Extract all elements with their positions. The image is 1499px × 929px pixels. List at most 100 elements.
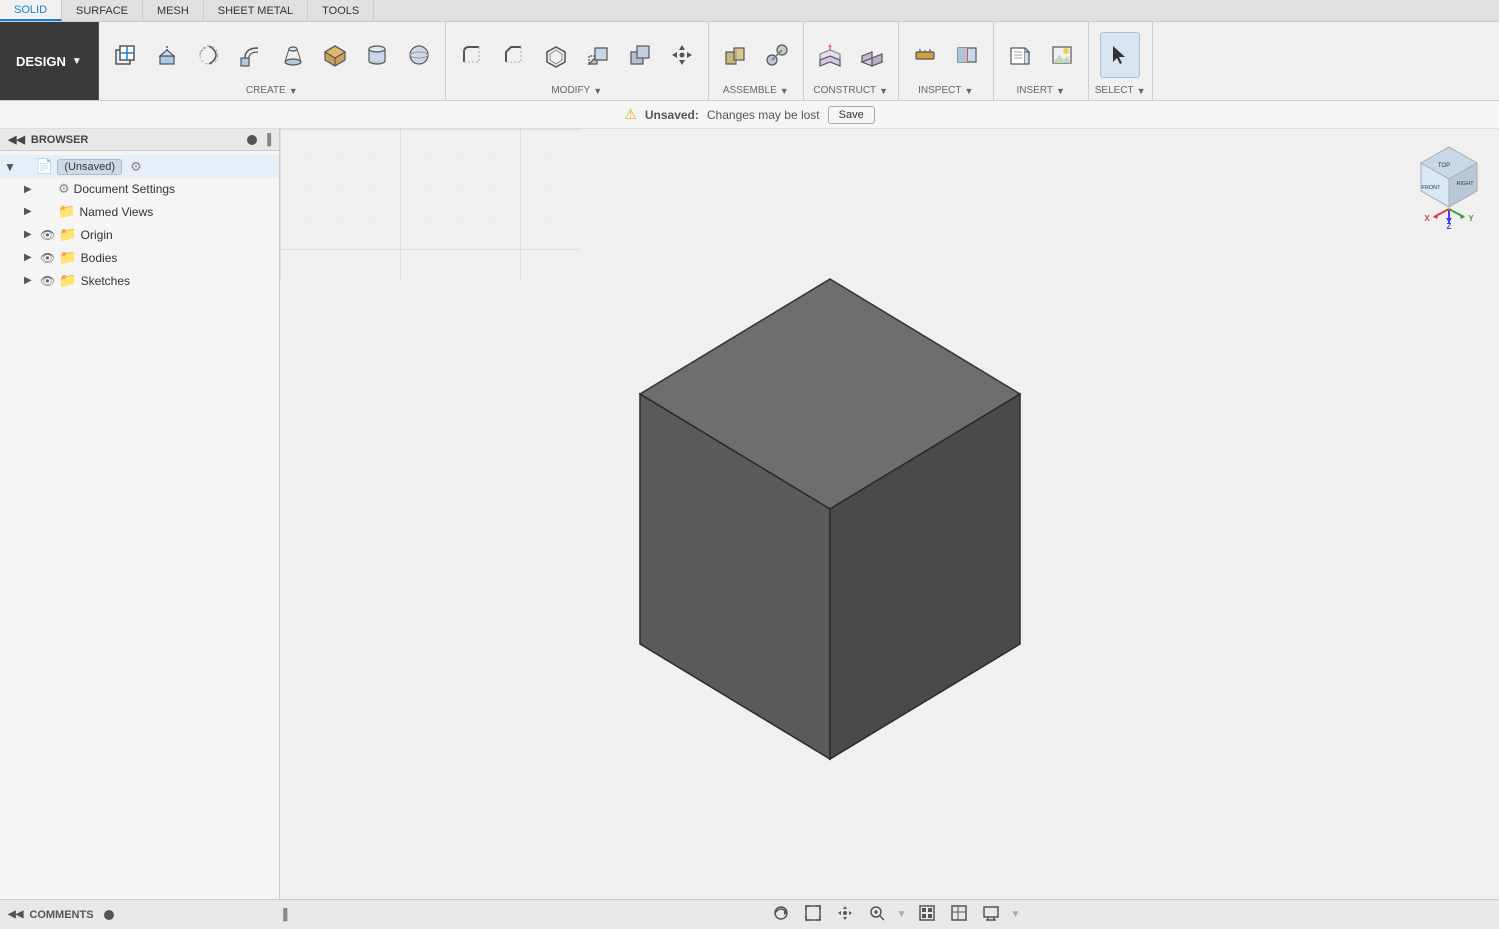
modify-move-btn[interactable]: [662, 32, 702, 78]
comments-back-arrow[interactable]: ◀◀: [8, 909, 23, 920]
grid: [280, 129, 580, 279]
tab-mesh[interactable]: MESH: [143, 0, 204, 21]
sketches-expand: ▶: [24, 275, 36, 286]
orbit-btn[interactable]: [769, 904, 793, 925]
insert-mesh-btn[interactable]: [1000, 32, 1040, 78]
svg-text:RIGHT: RIGHT: [1456, 181, 1474, 187]
bodies-eye-icon[interactable]: 👁: [40, 251, 55, 265]
construct-label[interactable]: CONSTRUCT ▼: [813, 83, 888, 96]
bodies-expand: ▶: [24, 252, 36, 263]
modify-combine-btn[interactable]: [620, 32, 660, 78]
browser-menu-dot[interactable]: [247, 135, 257, 145]
named-views-label: Named Views: [79, 205, 153, 219]
toolbar: SOLID SURFACE MESH SHEET METAL TOOLS DES…: [0, 0, 1499, 101]
inspect-section-btn[interactable]: [947, 32, 987, 78]
browser-header-left: ◀◀ BROWSER: [8, 133, 88, 146]
root-expand-arrow: ▼: [4, 160, 16, 174]
insert-canvas-btn[interactable]: [1042, 32, 1082, 78]
axis-cube[interactable]: TOP FRONT RIGHT Z X Y: [1409, 139, 1489, 219]
toolbar-main: DESIGN ▼: [0, 22, 1499, 100]
browser-item-origin[interactable]: ▶ 👁 📁 Origin: [0, 223, 279, 246]
create-revolve-btn[interactable]: [189, 32, 229, 78]
viewport[interactable]: TOP FRONT RIGHT Z X Y: [280, 129, 1499, 899]
back-arrow-icon[interactable]: ◀◀: [8, 133, 25, 146]
construct-axis-icon: [858, 41, 886, 69]
bottom-toolbar: ▼ ▼: [298, 904, 1491, 925]
notification-bar: ⚠ Unsaved: Changes may be lost Save: [0, 101, 1499, 129]
revolve-icon: [195, 41, 223, 69]
extrude-icon: [153, 41, 181, 69]
modify-chamfer-btn[interactable]: [494, 32, 534, 78]
zoom-dropdown-arrow[interactable]: ▼: [897, 909, 907, 920]
origin-label: Origin: [81, 228, 113, 242]
svg-text:TOP: TOP: [1438, 163, 1450, 169]
named-views-folder-icon: 📁: [58, 203, 75, 220]
create-sweep-btn[interactable]: [231, 32, 271, 78]
browser-item-bodies[interactable]: ▶ 👁 📁 Bodies: [0, 246, 279, 269]
assemble-new-icon: [721, 41, 749, 69]
modify-icons: [452, 26, 702, 83]
toolbar-group-insert: INSERT ▼: [994, 22, 1089, 100]
create-loft-btn[interactable]: [273, 32, 313, 78]
inspect-measure-icon: [911, 41, 939, 69]
construct-axis-btn[interactable]: [852, 32, 892, 78]
root-settings-icon[interactable]: ⚙: [130, 159, 142, 175]
toolbar-group-assemble: ASSEMBLE ▼: [709, 22, 804, 100]
svg-text:FRONT: FRONT: [1422, 185, 1442, 191]
browser-resize-handle[interactable]: ▐: [263, 134, 271, 146]
insert-icons: [1000, 26, 1082, 83]
svg-text:X: X: [1424, 214, 1430, 223]
construct-icons: [810, 26, 892, 83]
tab-surface[interactable]: SURFACE: [62, 0, 143, 21]
bottom-left-section: ◀◀ COMMENTS ▐: [8, 909, 288, 921]
select-cursor-btn[interactable]: [1100, 32, 1140, 78]
create-sphere-btn[interactable]: [399, 32, 439, 78]
modify-fillet-btn[interactable]: [452, 32, 492, 78]
browser-item-root[interactable]: ▼ 📄 (Unsaved) ⚙: [0, 155, 279, 178]
origin-eye-icon[interactable]: 👁: [40, 228, 55, 242]
fit-btn[interactable]: [801, 904, 825, 925]
modify-scale-btn[interactable]: [578, 32, 618, 78]
sketches-eye-icon[interactable]: 👁: [40, 274, 55, 288]
create-new-component-btn[interactable]: [105, 32, 145, 78]
comments-dot: [104, 910, 114, 920]
insert-label[interactable]: INSERT ▼: [1017, 83, 1065, 96]
create-extrude-btn[interactable]: [147, 32, 187, 78]
create-box-btn[interactable]: [315, 32, 355, 78]
origin-folder-icon: 📁: [59, 226, 76, 243]
view-mode-btn[interactable]: [915, 904, 939, 925]
tab-solid[interactable]: SOLID: [0, 0, 62, 21]
grid-btn[interactable]: [947, 904, 971, 925]
browser-item-sketches[interactable]: ▶ 👁 📁 Sketches: [0, 269, 279, 292]
bottom-bar: ◀◀ COMMENTS ▐ ▼ ▼: [0, 899, 1499, 929]
inspect-label[interactable]: INSPECT ▼: [918, 83, 973, 96]
insert-mesh-icon: [1006, 41, 1034, 69]
toolbar-group-create: CREATE ▼: [99, 22, 446, 100]
create-label[interactable]: CREATE ▼: [246, 83, 298, 96]
assemble-joint-btn[interactable]: [757, 32, 797, 78]
tab-tools[interactable]: TOOLS: [308, 0, 374, 21]
browser-item-doc-settings[interactable]: ▶ ⚙ Document Settings: [0, 178, 279, 200]
zoom-btn[interactable]: [865, 904, 889, 925]
browser-item-named-views[interactable]: ▶ 📁 Named Views: [0, 200, 279, 223]
create-cylinder-btn[interactable]: [357, 32, 397, 78]
create-icons: [105, 26, 439, 83]
select-label[interactable]: SELECT ▼: [1095, 83, 1146, 96]
modify-label[interactable]: MODIFY ▼: [551, 83, 602, 96]
save-button[interactable]: Save: [828, 106, 875, 124]
design-button[interactable]: DESIGN ▼: [0, 22, 99, 100]
display-btn[interactable]: [979, 904, 1003, 925]
assemble-label[interactable]: ASSEMBLE ▼: [723, 83, 789, 96]
tab-sheet-metal[interactable]: SHEET METAL: [204, 0, 308, 21]
pan-btn[interactable]: [833, 904, 857, 925]
svg-text:Z: Z: [1447, 222, 1452, 229]
insert-canvas-icon: [1048, 41, 1076, 69]
display-dropdown-arrow[interactable]: ▼: [1011, 909, 1021, 920]
assemble-new-btn[interactable]: [715, 32, 755, 78]
notification-message: Changes may be lost: [707, 108, 820, 122]
construct-plane-btn[interactable]: [810, 32, 850, 78]
comments-resize[interactable]: ▐: [279, 909, 287, 921]
joint-icon: [763, 41, 791, 69]
inspect-measure-btn[interactable]: [905, 32, 945, 78]
modify-shell-btn[interactable]: [536, 32, 576, 78]
